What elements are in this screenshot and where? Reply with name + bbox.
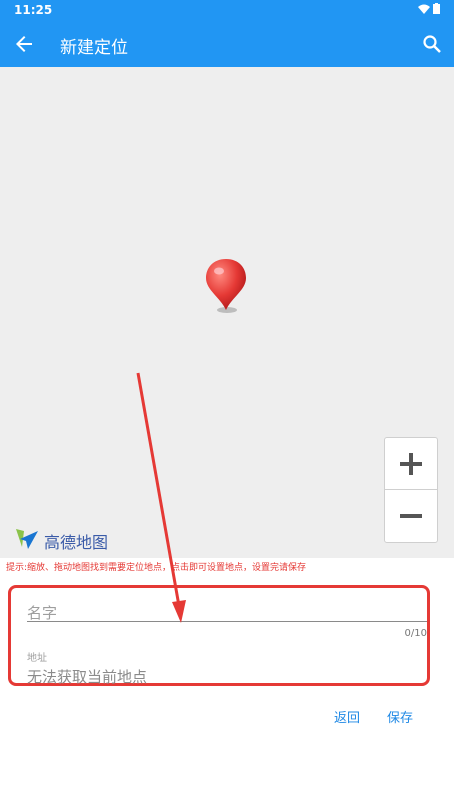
back-arrow-icon[interactable] [12,32,36,56]
status-bar: 11:25 [0,0,454,22]
name-char-counter: 0/10 [404,628,427,639]
wifi-icon [417,4,430,14]
plus-icon [400,453,422,475]
map-view[interactable]: 高德地图 [0,67,454,558]
search-icon[interactable] [420,32,444,56]
app-toolbar: 新建定位 [0,22,454,67]
status-icons [417,3,440,17]
map-provider-logo: 高德地图 [14,527,108,555]
amap-logo-icon [16,529,38,549]
location-form: 名字 0/10 地址 无法获取当前地点 [8,585,430,686]
save-button[interactable]: 保存 [387,707,413,726]
name-input-underline [27,621,427,622]
address-field[interactable]: 无法获取当前地点 [27,666,147,687]
zoom-out-button[interactable] [385,490,437,542]
map-logo-text: 高德地图 [44,533,109,552]
page-title: 新建定位 [60,38,128,58]
status-time: 11:25 [14,3,53,17]
address-label: 地址 [27,653,47,664]
back-button[interactable]: 返回 [334,707,360,726]
minus-icon [400,514,422,518]
location-pin-icon[interactable] [203,257,249,315]
hint-text: 提示:缩放、拖动地图找到需要定位地点，点击即可设置地点，设置完请保存 [6,563,307,573]
zoom-in-button[interactable] [385,438,437,490]
battery-icon [433,3,440,14]
zoom-controls [384,437,438,543]
